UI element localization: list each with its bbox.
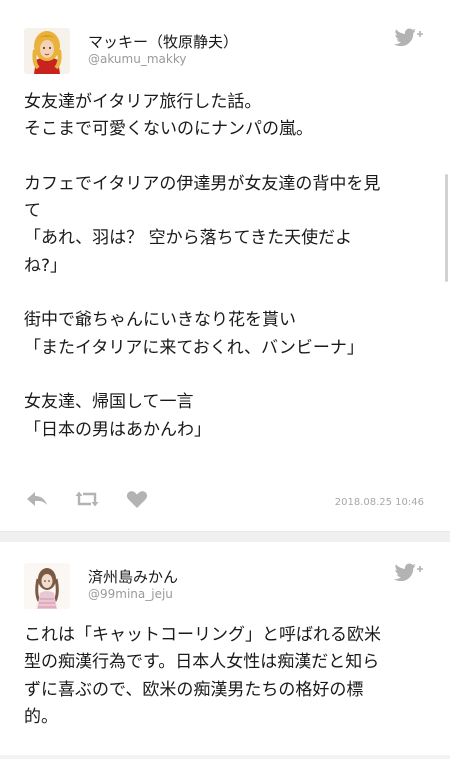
tweet-text-line: 「日本の男はあかんわ」 <box>24 419 211 440</box>
tweet-text-line: ずに喜ぶので、欧米の痴漢男たちの格好の標 <box>24 679 364 700</box>
tweet-body: これは「キャットコーリング」と呼ばれる欧米 型の痴漢行為です。日本人女性は痴漢だ… <box>24 622 434 731</box>
tweet-text-line: 街中で爺ちゃんにいきなり花を貰い <box>24 310 296 331</box>
tweet-card[interactable]: 済州島みかん @99mina_jeju これは「キャットコーリング」と呼ばれる欧… <box>0 541 450 759</box>
tweet-card[interactable]: マッキー（牧原静夫） @akumu_makky 女友達がイタリア旅行した話。 そ… <box>0 0 450 531</box>
tweet-text-line: カフェでイタリアの伊達男が女友達の背中を見 <box>24 173 381 194</box>
user-handle[interactable]: @99mina_jeju <box>88 587 173 601</box>
tweet-text-line: 「あれ、羽は？ 空から落ちてきた天使だよ <box>24 228 353 249</box>
tweet-text-line <box>24 362 434 389</box>
user-handle[interactable]: @akumu_makky <box>88 52 186 66</box>
tweet-text-line <box>24 144 434 171</box>
display-name[interactable]: 済州島みかん <box>88 566 178 587</box>
tweet-text-line <box>24 280 434 307</box>
twitter-bird-icon[interactable] <box>392 560 426 582</box>
tweet-text-line: 女友達、帰国して一言 <box>24 392 194 413</box>
avatar[interactable] <box>24 28 70 74</box>
tweet-text-line: て <box>24 201 41 222</box>
tweet-text-line: 的。 <box>24 706 58 727</box>
display-name[interactable]: マッキー（牧原静夫） <box>88 31 238 52</box>
reply-icon[interactable] <box>24 486 50 512</box>
retweet-icon[interactable] <box>74 486 100 512</box>
tweet-body: 女友達がイタリア旅行した話。 そこまで可愛くないのにナンパの嵐。 カフェでイタリ… <box>24 89 434 444</box>
tweet-text-line: 型の痴漢行為です。日本人女性は痴漢だと知ら <box>24 652 380 673</box>
twitter-bird-icon[interactable] <box>392 25 426 47</box>
tweet-text-line: 女友達がイタリア旅行した話。 <box>24 92 262 112</box>
bottom-edge <box>0 755 450 759</box>
tweet-text-line: そこまで可愛くないのにナンパの嵐。 <box>24 119 313 140</box>
avatar[interactable] <box>24 563 70 609</box>
scrollbar[interactable] <box>445 174 448 282</box>
tweet-text-line: これは「キャットコーリング」と呼ばれる欧米 <box>24 625 381 645</box>
tweet-timestamp[interactable]: 2018.08.25 10:46 <box>335 497 424 508</box>
tweet-text-line: ね?」 <box>24 255 68 276</box>
like-icon[interactable] <box>124 486 150 512</box>
tweet-text-line: 「またイタリアに来ておくれ、バンビーナ」 <box>24 337 364 358</box>
